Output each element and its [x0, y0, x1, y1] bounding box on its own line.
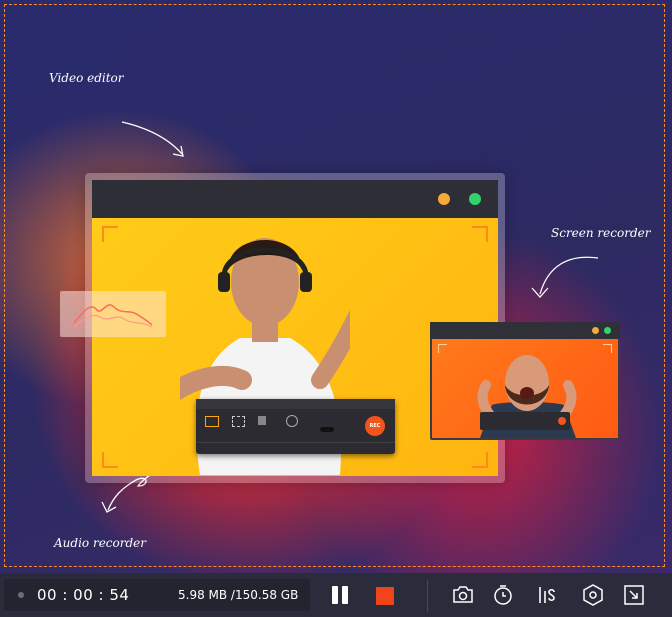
custom-region-icon[interactable] [232, 416, 245, 427]
pause-bar-right [342, 586, 348, 604]
screen-recorder-arrow-icon [531, 256, 599, 298]
video-editor-arrow-icon [121, 121, 184, 157]
capture-corner-bl [102, 452, 118, 468]
capture-corner-tr [472, 226, 488, 242]
audio-waveform-card [60, 291, 166, 337]
callout-audio-recorder: Audio recorder [54, 536, 146, 550]
bar-divider [427, 580, 428, 612]
capture-corner-br [472, 452, 488, 468]
mini-rec-button[interactable] [558, 417, 566, 425]
file-size: 5.98 MB /150.58 GB [178, 588, 299, 602]
stop-button[interactable] [376, 587, 394, 605]
callout-screen-recorder: Screen recorder [551, 226, 651, 240]
settings-icon[interactable] [581, 583, 605, 607]
timer-icon[interactable] [491, 583, 515, 607]
capture-corner-tl [102, 226, 118, 242]
microphone-toggle[interactable] [320, 427, 334, 432]
callout-video-editor: Video editor [49, 71, 124, 85]
audio-settings-icon[interactable] [535, 583, 559, 607]
system-sound-icon[interactable] [286, 415, 298, 427]
small-maximize-dot-icon[interactable] [604, 327, 611, 334]
recording-indicator-icon [18, 592, 24, 598]
webcam-icon[interactable] [258, 416, 266, 425]
pause-button[interactable] [330, 586, 350, 606]
small-corner-tr [603, 344, 612, 353]
minimize-dot-icon[interactable] [438, 193, 450, 205]
waveform-icon [73, 304, 153, 328]
shrink-icon[interactable] [622, 583, 646, 607]
pause-bar-left [332, 586, 338, 604]
mini-recorder-toolbar [480, 412, 570, 430]
rec-button[interactable]: REC [365, 416, 385, 436]
recording-status-panel: 00 : 00 : 54 5.98 MB /150.58 GB [4, 579, 310, 611]
full-screen-icon[interactable] [205, 416, 219, 427]
screenshot-icon[interactable] [451, 583, 475, 607]
small-corner-tl [438, 344, 447, 353]
small-minimize-dot-icon[interactable] [592, 327, 599, 334]
video-editor-titlebar [92, 180, 498, 218]
screen-recorder-titlebar [430, 322, 620, 339]
screen-recorder-preview [432, 339, 618, 438]
screen-recorder-window [430, 322, 620, 440]
maximize-dot-icon[interactable] [469, 193, 481, 205]
floating-recorder-toolbar: REC [196, 399, 395, 454]
toolbar-header [196, 399, 395, 409]
toolbar-divider [196, 442, 395, 443]
elapsed-time: 00 : 00 : 54 [37, 586, 130, 604]
